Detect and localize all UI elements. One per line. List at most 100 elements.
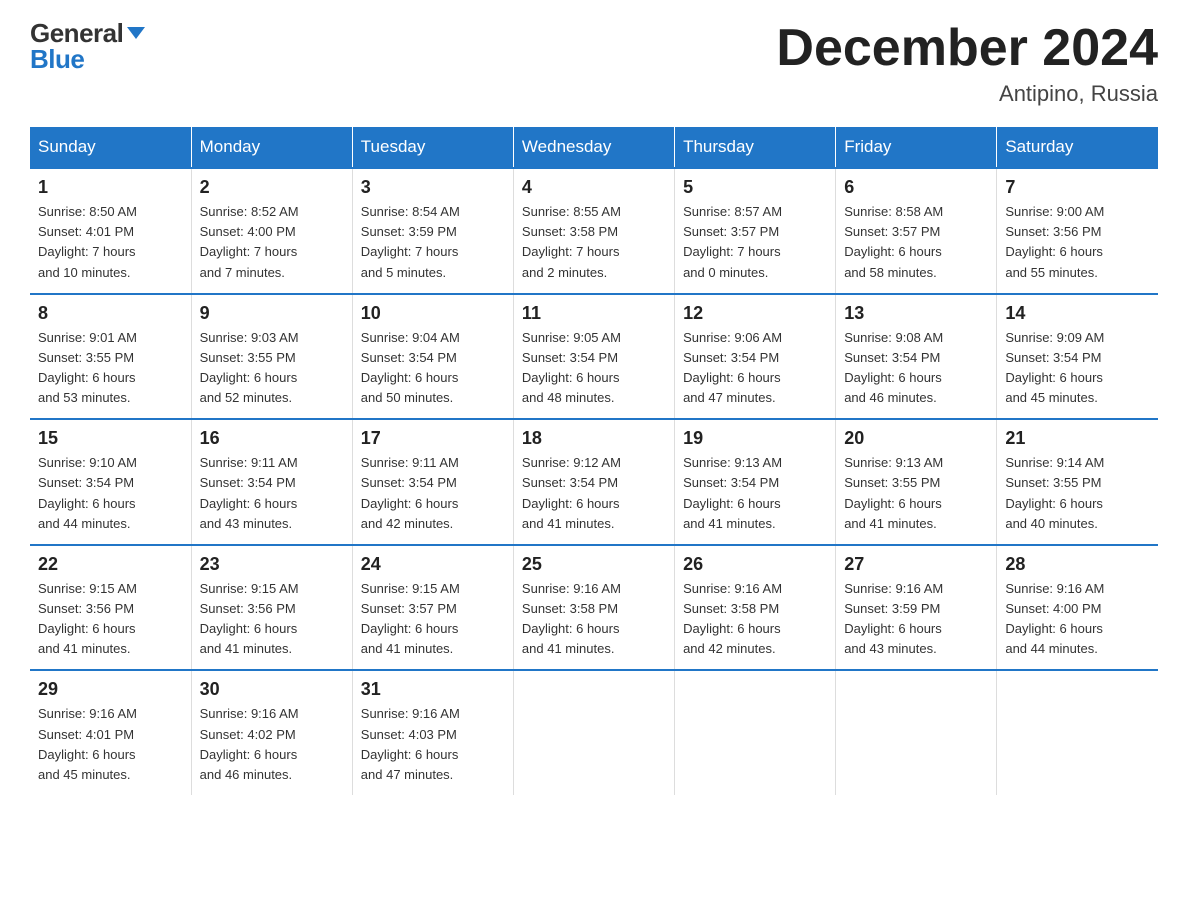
day-info: Sunrise: 9:08 AM Sunset: 3:54 PM Dayligh… <box>844 328 988 409</box>
day-info: Sunrise: 9:09 AM Sunset: 3:54 PM Dayligh… <box>1005 328 1150 409</box>
day-number: 3 <box>361 177 505 198</box>
day-info: Sunrise: 9:12 AM Sunset: 3:54 PM Dayligh… <box>522 453 666 534</box>
calendar-cell: 1Sunrise: 8:50 AM Sunset: 4:01 PM Daylig… <box>30 168 191 294</box>
calendar-cell: 28Sunrise: 9:16 AM Sunset: 4:00 PM Dayli… <box>997 545 1158 671</box>
day-info: Sunrise: 9:13 AM Sunset: 3:55 PM Dayligh… <box>844 453 988 534</box>
calendar-week-row: 1Sunrise: 8:50 AM Sunset: 4:01 PM Daylig… <box>30 168 1158 294</box>
day-number: 19 <box>683 428 827 449</box>
calendar-cell: 18 Sunrise: 9:12 AM Sunset: 3:54 PM Dayli… <box>513 419 674 545</box>
day-info: Sunrise: 9:16 AM Sunset: 3:59 PM Dayligh… <box>844 579 988 660</box>
day-number: 14 <box>1005 303 1150 324</box>
day-number: 15 <box>38 428 183 449</box>
calendar-cell: 14 Sunrise: 9:09 AM Sunset: 3:54 PM Dayli… <box>997 294 1158 420</box>
day-info: Sunrise: 9:11 AM Sunset: 3:54 PM Dayligh… <box>361 453 505 534</box>
day-info: Sunrise: 9:00 AM Sunset: 3:56 PM Dayligh… <box>1005 202 1150 283</box>
calendar-body: 1Sunrise: 8:50 AM Sunset: 4:01 PM Daylig… <box>30 168 1158 795</box>
day-info: Sunrise: 9:06 AM Sunset: 3:54 PM Dayligh… <box>683 328 827 409</box>
calendar-cell: 23Sunrise: 9:15 AM Sunset: 3:56 PM Dayli… <box>191 545 352 671</box>
day-number: 21 <box>1005 428 1150 449</box>
day-info: Sunrise: 9:11 AM Sunset: 3:54 PM Dayligh… <box>200 453 344 534</box>
day-number: 1 <box>38 177 183 198</box>
day-number: 13 <box>844 303 988 324</box>
col-sunday: Sunday <box>30 127 191 168</box>
day-number: 5 <box>683 177 827 198</box>
day-number: 10 <box>361 303 505 324</box>
logo-blue-text: Blue <box>30 46 84 72</box>
day-number: 26 <box>683 554 827 575</box>
day-info: Sunrise: 8:55 AM Sunset: 3:58 PM Dayligh… <box>522 202 666 283</box>
calendar-cell: 31 Sunrise: 9:16 AM Sunset: 4:03 PM Dayli… <box>352 670 513 795</box>
day-info: Sunrise: 9:01 AM Sunset: 3:55 PM Dayligh… <box>38 328 183 409</box>
day-info: Sunrise: 9:04 AM Sunset: 3:54 PM Dayligh… <box>361 328 505 409</box>
day-number: 17 <box>361 428 505 449</box>
day-number: 6 <box>844 177 988 198</box>
calendar-cell: 7 Sunrise: 9:00 AM Sunset: 3:56 PM Daylig… <box>997 168 1158 294</box>
day-number: 28 <box>1005 554 1150 575</box>
calendar-cell <box>513 670 674 795</box>
day-number: 7 <box>1005 177 1150 198</box>
day-info: Sunrise: 9:13 AM Sunset: 3:54 PM Dayligh… <box>683 453 827 534</box>
day-info: Sunrise: 9:16 AM Sunset: 3:58 PM Dayligh… <box>522 579 666 660</box>
col-wednesday: Wednesday <box>513 127 674 168</box>
day-number: 9 <box>200 303 344 324</box>
day-number: 4 <box>522 177 666 198</box>
col-saturday: Saturday <box>997 127 1158 168</box>
day-number: 30 <box>200 679 344 700</box>
calendar-cell: 9 Sunrise: 9:03 AM Sunset: 3:55 PM Daylig… <box>191 294 352 420</box>
calendar-cell: 13 Sunrise: 9:08 AM Sunset: 3:54 PM Dayli… <box>836 294 997 420</box>
day-number: 12 <box>683 303 827 324</box>
day-number: 24 <box>361 554 505 575</box>
calendar-cell <box>836 670 997 795</box>
header-row: Sunday Monday Tuesday Wednesday Thursday… <box>30 127 1158 168</box>
location-text: Antipino, Russia <box>776 81 1158 107</box>
calendar-cell: 30 Sunrise: 9:16 AM Sunset: 4:02 PM Dayli… <box>191 670 352 795</box>
logo-general-text: General <box>30 20 123 46</box>
day-number: 16 <box>200 428 344 449</box>
calendar-week-row: 8 Sunrise: 9:01 AM Sunset: 3:55 PM Daylig… <box>30 294 1158 420</box>
calendar-cell: 11 Sunrise: 9:05 AM Sunset: 3:54 PM Dayli… <box>513 294 674 420</box>
calendar-cell: 15Sunrise: 9:10 AM Sunset: 3:54 PM Dayli… <box>30 419 191 545</box>
day-number: 31 <box>361 679 505 700</box>
calendar-header: Sunday Monday Tuesday Wednesday Thursday… <box>30 127 1158 168</box>
day-info: Sunrise: 9:14 AM Sunset: 3:55 PM Dayligh… <box>1005 453 1150 534</box>
day-info: Sunrise: 9:16 AM Sunset: 4:02 PM Dayligh… <box>200 704 344 785</box>
col-monday: Monday <box>191 127 352 168</box>
calendar-week-row: 15Sunrise: 9:10 AM Sunset: 3:54 PM Dayli… <box>30 419 1158 545</box>
day-info: Sunrise: 9:16 AM Sunset: 4:01 PM Dayligh… <box>38 704 183 785</box>
col-tuesday: Tuesday <box>352 127 513 168</box>
calendar-cell: 16 Sunrise: 9:11 AM Sunset: 3:54 PM Dayli… <box>191 419 352 545</box>
day-info: Sunrise: 9:05 AM Sunset: 3:54 PM Dayligh… <box>522 328 666 409</box>
calendar-cell: 19 Sunrise: 9:13 AM Sunset: 3:54 PM Dayli… <box>675 419 836 545</box>
day-info: Sunrise: 9:03 AM Sunset: 3:55 PM Dayligh… <box>200 328 344 409</box>
calendar-cell: 25 Sunrise: 9:16 AM Sunset: 3:58 PM Dayli… <box>513 545 674 671</box>
calendar-cell: 2Sunrise: 8:52 AM Sunset: 4:00 PM Daylig… <box>191 168 352 294</box>
calendar-cell <box>675 670 836 795</box>
calendar-cell: 10 Sunrise: 9:04 AM Sunset: 3:54 PM Dayli… <box>352 294 513 420</box>
calendar-week-row: 29Sunrise: 9:16 AM Sunset: 4:01 PM Dayli… <box>30 670 1158 795</box>
calendar-table: Sunday Monday Tuesday Wednesday Thursday… <box>30 127 1158 795</box>
day-info: Sunrise: 9:15 AM Sunset: 3:56 PM Dayligh… <box>38 579 183 660</box>
calendar-cell: 12 Sunrise: 9:06 AM Sunset: 3:54 PM Dayli… <box>675 294 836 420</box>
day-number: 11 <box>522 303 666 324</box>
day-info: Sunrise: 9:16 AM Sunset: 4:03 PM Dayligh… <box>361 704 505 785</box>
day-number: 27 <box>844 554 988 575</box>
logo: General Blue <box>30 20 147 72</box>
day-info: Sunrise: 8:57 AM Sunset: 3:57 PM Dayligh… <box>683 202 827 283</box>
calendar-cell: 27 Sunrise: 9:16 AM Sunset: 3:59 PM Dayli… <box>836 545 997 671</box>
col-friday: Friday <box>836 127 997 168</box>
day-number: 8 <box>38 303 183 324</box>
calendar-cell: 21 Sunrise: 9:14 AM Sunset: 3:55 PM Dayli… <box>997 419 1158 545</box>
day-number: 20 <box>844 428 988 449</box>
day-number: 23 <box>200 554 344 575</box>
calendar-cell: 4 Sunrise: 8:55 AM Sunset: 3:58 PM Daylig… <box>513 168 674 294</box>
day-info: Sunrise: 9:16 AM Sunset: 3:58 PM Dayligh… <box>683 579 827 660</box>
day-number: 22 <box>38 554 183 575</box>
day-number: 18 <box>522 428 666 449</box>
logo-arrow-icon <box>125 21 147 43</box>
day-number: 25 <box>522 554 666 575</box>
calendar-cell: 6Sunrise: 8:58 AM Sunset: 3:57 PM Daylig… <box>836 168 997 294</box>
day-info: Sunrise: 9:15 AM Sunset: 3:57 PM Dayligh… <box>361 579 505 660</box>
page-header: General Blue December 2024 Antipino, Rus… <box>30 20 1158 107</box>
calendar-cell: 5 Sunrise: 8:57 AM Sunset: 3:57 PM Daylig… <box>675 168 836 294</box>
day-number: 2 <box>200 177 344 198</box>
